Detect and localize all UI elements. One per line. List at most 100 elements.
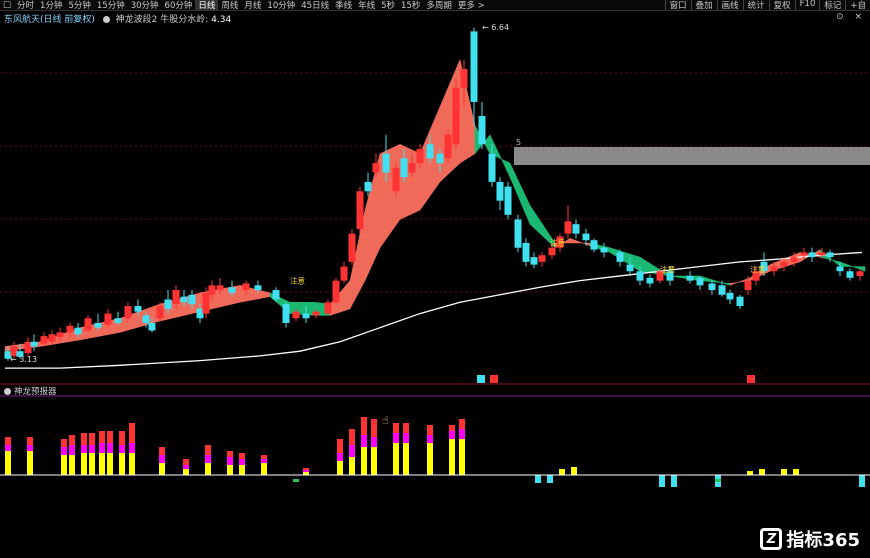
candle-body xyxy=(114,318,122,323)
candle-body xyxy=(836,266,844,272)
histogram-bar-red xyxy=(393,423,399,433)
candle-body xyxy=(348,233,356,262)
histogram-bar-green xyxy=(293,479,299,482)
histogram-bar-green xyxy=(715,479,721,482)
candle-body xyxy=(564,221,572,234)
candle-body xyxy=(340,266,348,281)
histogram-bar-magenta xyxy=(427,435,433,443)
buy-marker: 注意 xyxy=(550,238,565,248)
histogram-bar-red xyxy=(239,453,245,459)
candle-body xyxy=(548,247,556,256)
candle-body xyxy=(312,311,320,316)
candle-body xyxy=(202,292,210,314)
candle-body xyxy=(846,271,854,278)
histogram-bar-red xyxy=(119,431,125,445)
histogram-bar-yellow xyxy=(781,469,787,475)
candle-body xyxy=(188,294,196,305)
candle-body xyxy=(826,252,834,258)
candle-body xyxy=(818,252,826,256)
sub-indicator-title: 神龙预报器 xyxy=(4,385,57,397)
candle-body xyxy=(600,247,608,253)
candle-body xyxy=(686,275,694,281)
candle-body xyxy=(332,280,340,303)
candle-body xyxy=(40,336,48,344)
candle-body xyxy=(216,285,224,291)
buy-marker: 注意 xyxy=(750,264,765,274)
candlestick-chart[interactable]: ← 6.64← 3.135注意注意注意 注意☝ xyxy=(0,0,870,558)
candle-body xyxy=(572,224,580,234)
histogram-bar-yellow xyxy=(81,453,87,475)
signal-tag xyxy=(490,375,498,383)
band-segment xyxy=(509,162,531,225)
histogram-bar-magenta xyxy=(449,431,455,439)
candle-body xyxy=(228,287,236,293)
candle-body xyxy=(460,69,468,88)
histogram-bar-red xyxy=(261,455,267,459)
histogram-bar-magenta xyxy=(361,435,367,447)
histogram-bar-red xyxy=(27,437,33,445)
candle-body xyxy=(148,322,156,331)
histogram-bar-negative xyxy=(859,475,865,487)
candle-body xyxy=(400,158,408,178)
histogram-bar-red xyxy=(403,423,409,433)
signal-tag xyxy=(477,375,485,383)
candle-body xyxy=(436,153,444,164)
histogram-bar-yellow xyxy=(205,463,211,475)
candle-body xyxy=(196,308,204,319)
histogram-bar-magenta xyxy=(81,445,87,453)
histogram-bar-negative xyxy=(547,475,553,483)
histogram-bar-negative xyxy=(535,475,541,483)
candle-body xyxy=(582,233,590,241)
candle-body xyxy=(208,285,216,295)
candle-body xyxy=(452,87,460,145)
histogram-bar-magenta xyxy=(393,433,399,443)
band-segment xyxy=(669,275,701,281)
candle-body xyxy=(800,252,808,256)
histogram-bar-red xyxy=(69,435,75,445)
candle-body xyxy=(504,186,512,215)
candle-body xyxy=(470,31,478,102)
candle-body xyxy=(408,163,416,173)
histogram-bar-magenta xyxy=(5,445,11,451)
resistance-zone xyxy=(514,147,870,165)
histogram-bar-yellow xyxy=(449,439,455,475)
histogram-bar-yellow xyxy=(759,469,765,475)
candle-body xyxy=(708,283,716,291)
histogram-bar-yellow xyxy=(793,469,799,475)
candle-body xyxy=(636,271,644,281)
histogram-bar-yellow xyxy=(337,461,343,475)
histogram-bar-yellow xyxy=(371,447,377,475)
band-segment xyxy=(364,153,381,281)
histogram-bar-red xyxy=(427,425,433,435)
candle-body xyxy=(522,243,530,262)
candle-body xyxy=(616,252,624,262)
histogram-bar-magenta xyxy=(183,465,189,469)
hand-cursor-icon: ☝ xyxy=(382,414,389,427)
histogram-bar-negative xyxy=(659,475,665,487)
candle-body xyxy=(626,264,634,272)
histogram-bar-red xyxy=(337,439,343,453)
histogram-bar-yellow xyxy=(69,455,75,475)
histogram-bar-yellow xyxy=(61,455,67,475)
candle-body xyxy=(372,163,380,173)
candle-body xyxy=(324,302,332,314)
candle-body xyxy=(292,311,300,319)
candle-body xyxy=(496,181,504,201)
candle-body xyxy=(646,277,654,284)
histogram-bar-magenta xyxy=(459,429,465,439)
histogram-bar-yellow xyxy=(27,451,33,475)
sub-indicator-dot-icon xyxy=(4,388,11,395)
candle-body xyxy=(172,290,180,305)
histogram-bar-red xyxy=(459,419,465,429)
histogram-bar-yellow xyxy=(361,447,367,475)
candle-body xyxy=(530,257,538,265)
candle-body xyxy=(538,255,546,262)
histogram-bar-red xyxy=(183,459,189,465)
histogram-bar-yellow xyxy=(239,465,245,475)
candle-body xyxy=(24,341,32,354)
candle-body xyxy=(488,153,496,182)
histogram-bar-magenta xyxy=(403,433,409,443)
histogram-bar-red xyxy=(61,439,67,447)
candle-body xyxy=(444,134,452,159)
low-price-label: ← 3.13 xyxy=(10,355,37,364)
